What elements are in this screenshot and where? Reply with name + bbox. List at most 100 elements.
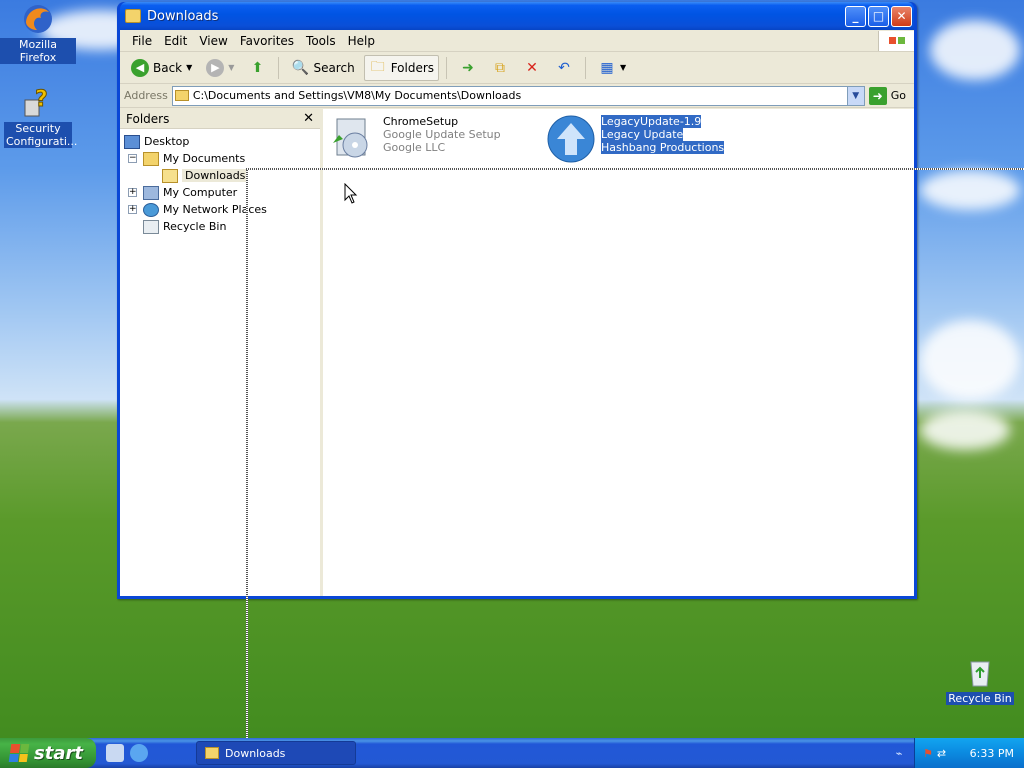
folder-icon bbox=[205, 747, 219, 759]
recycle-bin-icon bbox=[143, 219, 159, 234]
cloud bbox=[920, 170, 1020, 210]
go-label: Go bbox=[890, 89, 906, 102]
desktop-icon-recycle-bin[interactable]: Recycle Bin bbox=[940, 656, 1020, 705]
expand-icon[interactable]: + bbox=[128, 205, 137, 214]
address-label: Address bbox=[124, 89, 168, 102]
system-tray: ⚑ ⇄ 6:33 PM bbox=[914, 738, 1024, 768]
delete-button[interactable]: ✕ bbox=[518, 55, 546, 81]
minimize-button[interactable]: _ bbox=[845, 5, 866, 27]
undo-button[interactable]: ↶ bbox=[550, 55, 578, 81]
chevron-down-icon: ▼ bbox=[620, 63, 627, 72]
tree-item-label: Downloads bbox=[182, 169, 249, 182]
tray-expand-icon[interactable]: ⌁ bbox=[884, 747, 914, 760]
explorer-body: Folders ✕ Desktop − My Documents Downloa… bbox=[120, 109, 914, 596]
installer-icon bbox=[329, 115, 377, 166]
windows-logo-icon bbox=[8, 744, 30, 762]
start-button[interactable]: start bbox=[0, 738, 96, 768]
forward-button[interactable]: ▶ ▼ bbox=[201, 55, 239, 81]
menu-file[interactable]: File bbox=[126, 34, 158, 48]
menu-tools[interactable]: Tools bbox=[300, 34, 342, 48]
file-item[interactable]: ChromeSetup Google Update Setup Google L… bbox=[329, 115, 501, 166]
menu-favorites[interactable]: Favorites bbox=[234, 34, 300, 48]
window-client: File Edit View Favorites Tools Help ◀ Ba… bbox=[120, 30, 914, 596]
tree-item-my-documents[interactable]: − My Documents bbox=[120, 150, 320, 167]
toolbar: ◀ Back ▼ ▶ ▼ ⬆ 🔍 Search 🗀 Folders ➜ ⧉ ✕ … bbox=[120, 52, 914, 84]
address-value: C:\Documents and Settings\VM8\My Documen… bbox=[192, 89, 522, 102]
folder-tree: Desktop − My Documents Downloads + My Co… bbox=[120, 129, 320, 235]
security-alert-icon[interactable]: ⚑ bbox=[923, 747, 933, 760]
window-title: Downloads bbox=[147, 8, 219, 24]
address-field[interactable]: C:\Documents and Settings\VM8\My Documen… bbox=[171, 85, 865, 106]
close-icon[interactable]: ✕ bbox=[303, 111, 314, 126]
network-icon[interactable]: ⇄ bbox=[937, 747, 946, 760]
desktop-icon bbox=[124, 134, 140, 149]
clock[interactable]: 6:33 PM bbox=[970, 747, 1014, 760]
folders-pane: Folders ✕ Desktop − My Documents Downloa… bbox=[120, 109, 323, 596]
toolbar-separator bbox=[278, 56, 280, 79]
minimize-icon: _ bbox=[852, 9, 859, 23]
explorer-window: Downloads _ □ ✕ File Edit View Favorites… bbox=[117, 2, 917, 599]
folder-up-icon: ⬆ bbox=[251, 59, 264, 76]
internet-explorer-icon[interactable] bbox=[130, 744, 148, 762]
up-button[interactable]: ⬆ bbox=[243, 55, 271, 81]
file-description: Google Update Setup bbox=[383, 128, 501, 141]
move-to-icon: ➜ bbox=[462, 59, 474, 76]
collapse-icon[interactable]: − bbox=[128, 154, 137, 163]
security-config-icon: ? bbox=[21, 86, 55, 120]
toolbar-separator bbox=[446, 56, 448, 79]
menu-view[interactable]: View bbox=[193, 34, 233, 48]
maximize-button[interactable]: □ bbox=[868, 5, 889, 27]
desktop-icon-label: Security Configurati... bbox=[4, 122, 78, 148]
cloud bbox=[920, 410, 1010, 450]
recycle-bin-icon bbox=[963, 656, 997, 690]
tree-item-my-computer[interactable]: + My Computer bbox=[120, 184, 320, 201]
back-button[interactable]: ◀ Back ▼ bbox=[126, 55, 197, 81]
desktop-icon-security-config[interactable]: ? Security Configurati... bbox=[0, 86, 78, 148]
close-button[interactable]: ✕ bbox=[891, 5, 912, 27]
file-description: Legacy Update bbox=[601, 128, 684, 141]
menu-help[interactable]: Help bbox=[342, 34, 381, 48]
computer-icon bbox=[143, 185, 159, 200]
menu-edit[interactable]: Edit bbox=[158, 34, 193, 48]
toolbar-separator bbox=[585, 56, 587, 79]
copy-to-icon: ⧉ bbox=[495, 59, 506, 76]
move-to-button[interactable]: ➜ bbox=[454, 55, 482, 81]
search-label: Search bbox=[313, 60, 355, 75]
file-name: LegacyUpdate-1.9 bbox=[601, 115, 702, 128]
go-arrow-icon: ➜ bbox=[868, 86, 887, 105]
copy-to-button[interactable]: ⧉ bbox=[486, 55, 514, 81]
search-button[interactable]: 🔍 Search bbox=[286, 55, 359, 81]
desktop-icon-firefox[interactable]: Mozilla Firefox bbox=[0, 2, 76, 64]
show-desktop-icon[interactable] bbox=[106, 744, 124, 762]
tree-item-my-network-places[interactable]: + My Network Places bbox=[120, 201, 320, 218]
file-item-text: ChromeSetup Google Update Setup Google L… bbox=[383, 115, 501, 154]
start-label: start bbox=[34, 742, 83, 764]
folders-pane-title: Folders bbox=[126, 111, 170, 126]
window-titlebar[interactable]: Downloads _ □ ✕ bbox=[120, 2, 914, 30]
folder-open-icon bbox=[162, 168, 178, 183]
address-dropdown-button[interactable]: ▼ bbox=[846, 86, 864, 105]
taskbar-button-label: Downloads bbox=[225, 746, 286, 760]
cloud bbox=[930, 20, 1020, 80]
tree-item-recycle-bin[interactable]: Recycle Bin bbox=[120, 218, 320, 235]
taskbar-button-downloads[interactable]: Downloads bbox=[196, 741, 356, 765]
expand-icon[interactable]: + bbox=[128, 188, 137, 197]
search-icon: 🔍 bbox=[291, 59, 310, 76]
forward-arrow-icon: ▶ bbox=[206, 58, 225, 77]
address-bar: Address C:\Documents and Settings\VM8\My… bbox=[120, 84, 914, 108]
tree-item-desktop[interactable]: Desktop bbox=[120, 133, 320, 150]
folder-icon bbox=[174, 90, 189, 101]
chevron-down-icon[interactable]: ▼ bbox=[186, 63, 192, 72]
file-item-selected[interactable]: LegacyUpdate-1.9 Legacy Update Hashbang … bbox=[547, 115, 725, 166]
back-label: Back bbox=[153, 60, 183, 75]
folders-button[interactable]: 🗀 Folders bbox=[363, 54, 440, 81]
views-button[interactable]: ▦ ▼ bbox=[593, 55, 631, 81]
go-button[interactable]: ➜ Go bbox=[865, 86, 914, 105]
menu-bar: File Edit View Favorites Tools Help bbox=[120, 30, 914, 52]
desktop-icon-label: Mozilla Firefox bbox=[0, 38, 76, 64]
file-company: Google LLC bbox=[383, 141, 446, 154]
drag-outline bbox=[246, 168, 248, 738]
taskbar: start Downloads ⌁ ⚑ ⇄ 6:33 PM bbox=[0, 738, 1024, 768]
drag-outline bbox=[246, 168, 1024, 170]
chevron-down-icon[interactable]: ▼ bbox=[228, 63, 234, 72]
